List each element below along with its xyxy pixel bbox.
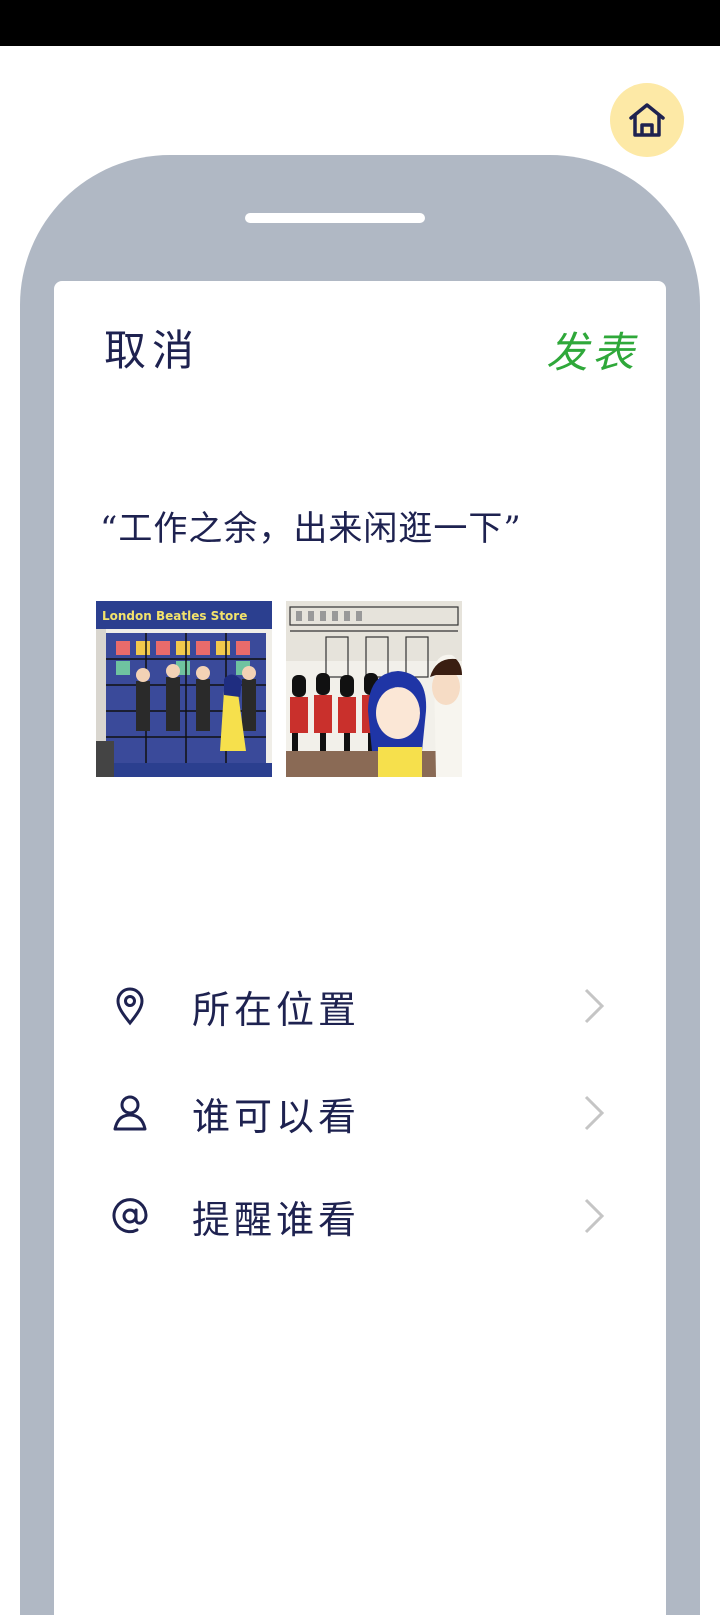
phone-speaker	[245, 213, 425, 223]
mention-label: 提醒谁看	[192, 1197, 361, 1242]
location-pin-icon	[104, 980, 156, 1032]
phone-frame: 取消 发表 “工作之余，出来闲逛一下” London Beatles Store	[20, 155, 700, 1615]
at-sign-icon	[104, 1190, 156, 1242]
chevron-right-icon	[574, 986, 614, 1026]
phone-screen: 取消 发表 “工作之余，出来闲逛一下” London Beatles Store	[54, 281, 666, 1615]
post-text[interactable]: “工作之余，出来闲逛一下”	[100, 501, 522, 550]
post-photo-beatles-store[interactable]: London Beatles Store	[96, 601, 272, 777]
home-icon	[629, 103, 665, 137]
publish-button[interactable]: 发表	[546, 319, 638, 380]
location-label: 所在位置	[192, 987, 361, 1032]
chevron-right-icon	[574, 1093, 614, 1133]
home-button[interactable]	[610, 83, 684, 157]
store-sign-text: London Beatles Store	[102, 609, 247, 623]
cancel-button[interactable]: 取消	[104, 317, 200, 378]
mention-row[interactable]: 提醒谁看	[104, 1181, 614, 1251]
visibility-row[interactable]: 谁可以看	[104, 1078, 614, 1148]
visibility-label: 谁可以看	[192, 1094, 361, 1139]
location-row[interactable]: 所在位置	[104, 971, 614, 1041]
chevron-right-icon	[574, 1196, 614, 1236]
person-icon	[104, 1087, 156, 1139]
status-bar	[0, 0, 720, 46]
post-photo-royal-guards[interactable]	[286, 601, 462, 777]
